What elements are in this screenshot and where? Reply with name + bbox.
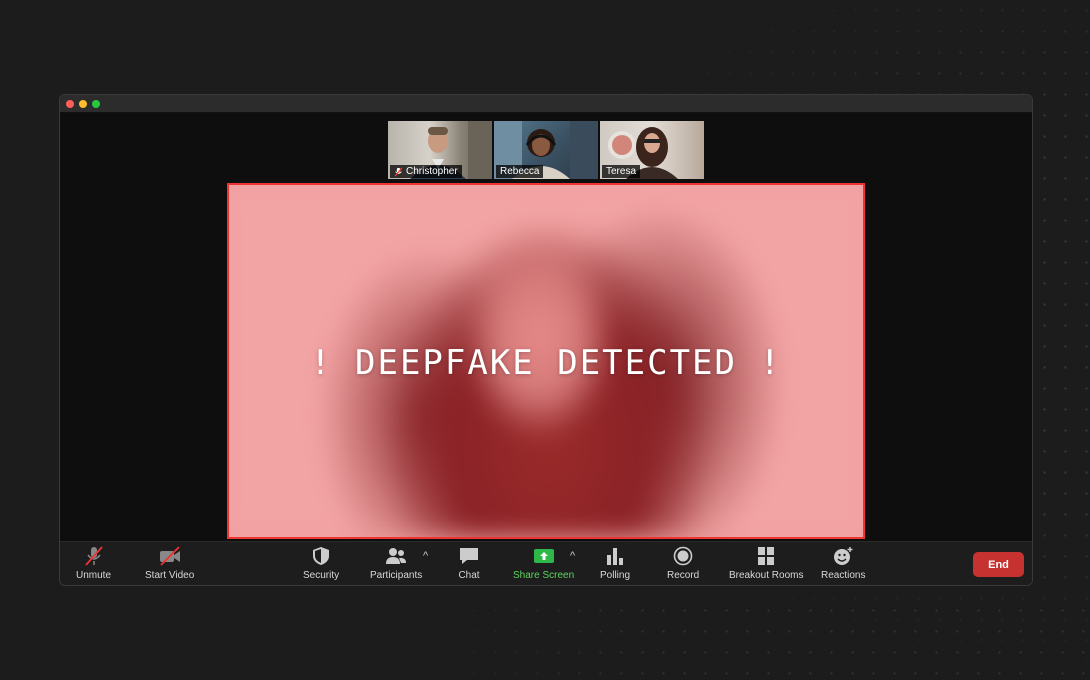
meeting-toolbar: Unmute Start Video Security Participants… (60, 541, 1032, 585)
participant-name: Teresa (606, 166, 637, 177)
security-label: Security (303, 570, 340, 581)
participant-thumbnail-teresa[interactable]: Teresa (600, 121, 704, 179)
participants-icon (386, 548, 407, 564)
minimize-window-button[interactable] (79, 99, 87, 108)
smiley-plus-icon (834, 547, 853, 565)
participant-label: Rebecca (496, 165, 544, 178)
close-window-button[interactable] (66, 99, 74, 108)
record-icon (673, 546, 693, 566)
reactions-label: Reactions (821, 570, 866, 581)
participants-label: Participants (370, 570, 423, 581)
chat-button[interactable]: Chat (458, 546, 480, 581)
bar-chart-icon (607, 548, 624, 565)
participant-thumbnail-christopher[interactable]: Christopher (388, 121, 492, 179)
record-label: Record (667, 570, 700, 581)
title-bar (60, 95, 1032, 113)
reactions-button[interactable]: Reactions (821, 546, 865, 581)
participant-label: Christopher (390, 165, 462, 178)
unmute-button[interactable]: Unmute (76, 546, 111, 581)
security-button[interactable]: Security (303, 546, 339, 581)
polling-button[interactable]: Polling (600, 546, 630, 581)
participant-thumbnail-rebecca[interactable]: Rebecca (494, 121, 598, 179)
breakout-rooms-label: Breakout Rooms (729, 570, 804, 581)
breakout-rooms-button[interactable]: Breakout Rooms (729, 546, 803, 581)
participant-label: Teresa (602, 165, 641, 178)
participant-name: Christopher (406, 166, 458, 177)
participant-name: Rebecca (500, 166, 540, 177)
muted-microphone-icon (84, 546, 103, 566)
background-dot-pattern-bottom (380, 600, 1090, 680)
polling-label: Polling (600, 570, 631, 581)
participant-thumbnails: Christopher Rebecca Teresa (388, 121, 704, 179)
video-off-icon (159, 546, 180, 566)
participants-button[interactable]: Participants (370, 546, 422, 581)
chat-bubble-icon (460, 548, 478, 564)
end-meeting-button[interactable]: End (973, 552, 1024, 577)
start-video-label: Start Video (145, 570, 195, 581)
share-screen-label: Share Screen (513, 570, 575, 581)
share-screen-button[interactable]: Share Screen (513, 546, 574, 581)
share-screen-options-caret-icon[interactable]: ^ (570, 550, 575, 562)
shield-icon (313, 547, 330, 565)
maximize-window-button[interactable] (92, 99, 100, 108)
grid-icon (758, 547, 775, 565)
participants-options-caret-icon[interactable]: ^ (423, 550, 428, 562)
active-speaker-video[interactable]: ! DEEPFAKE DETECTED ! (227, 183, 865, 539)
start-video-button[interactable]: Start Video (145, 546, 194, 581)
unmute-label: Unmute (76, 570, 112, 581)
meeting-window: Christopher Rebecca Teresa ! DEEPFAKE DE… (59, 94, 1033, 586)
deepfake-alert-text: ! DEEPFAKE DETECTED ! (310, 343, 782, 383)
chat-label: Chat (458, 570, 480, 581)
record-button[interactable]: Record (667, 546, 699, 581)
share-screen-icon (533, 549, 554, 563)
muted-mic-icon (394, 166, 403, 177)
